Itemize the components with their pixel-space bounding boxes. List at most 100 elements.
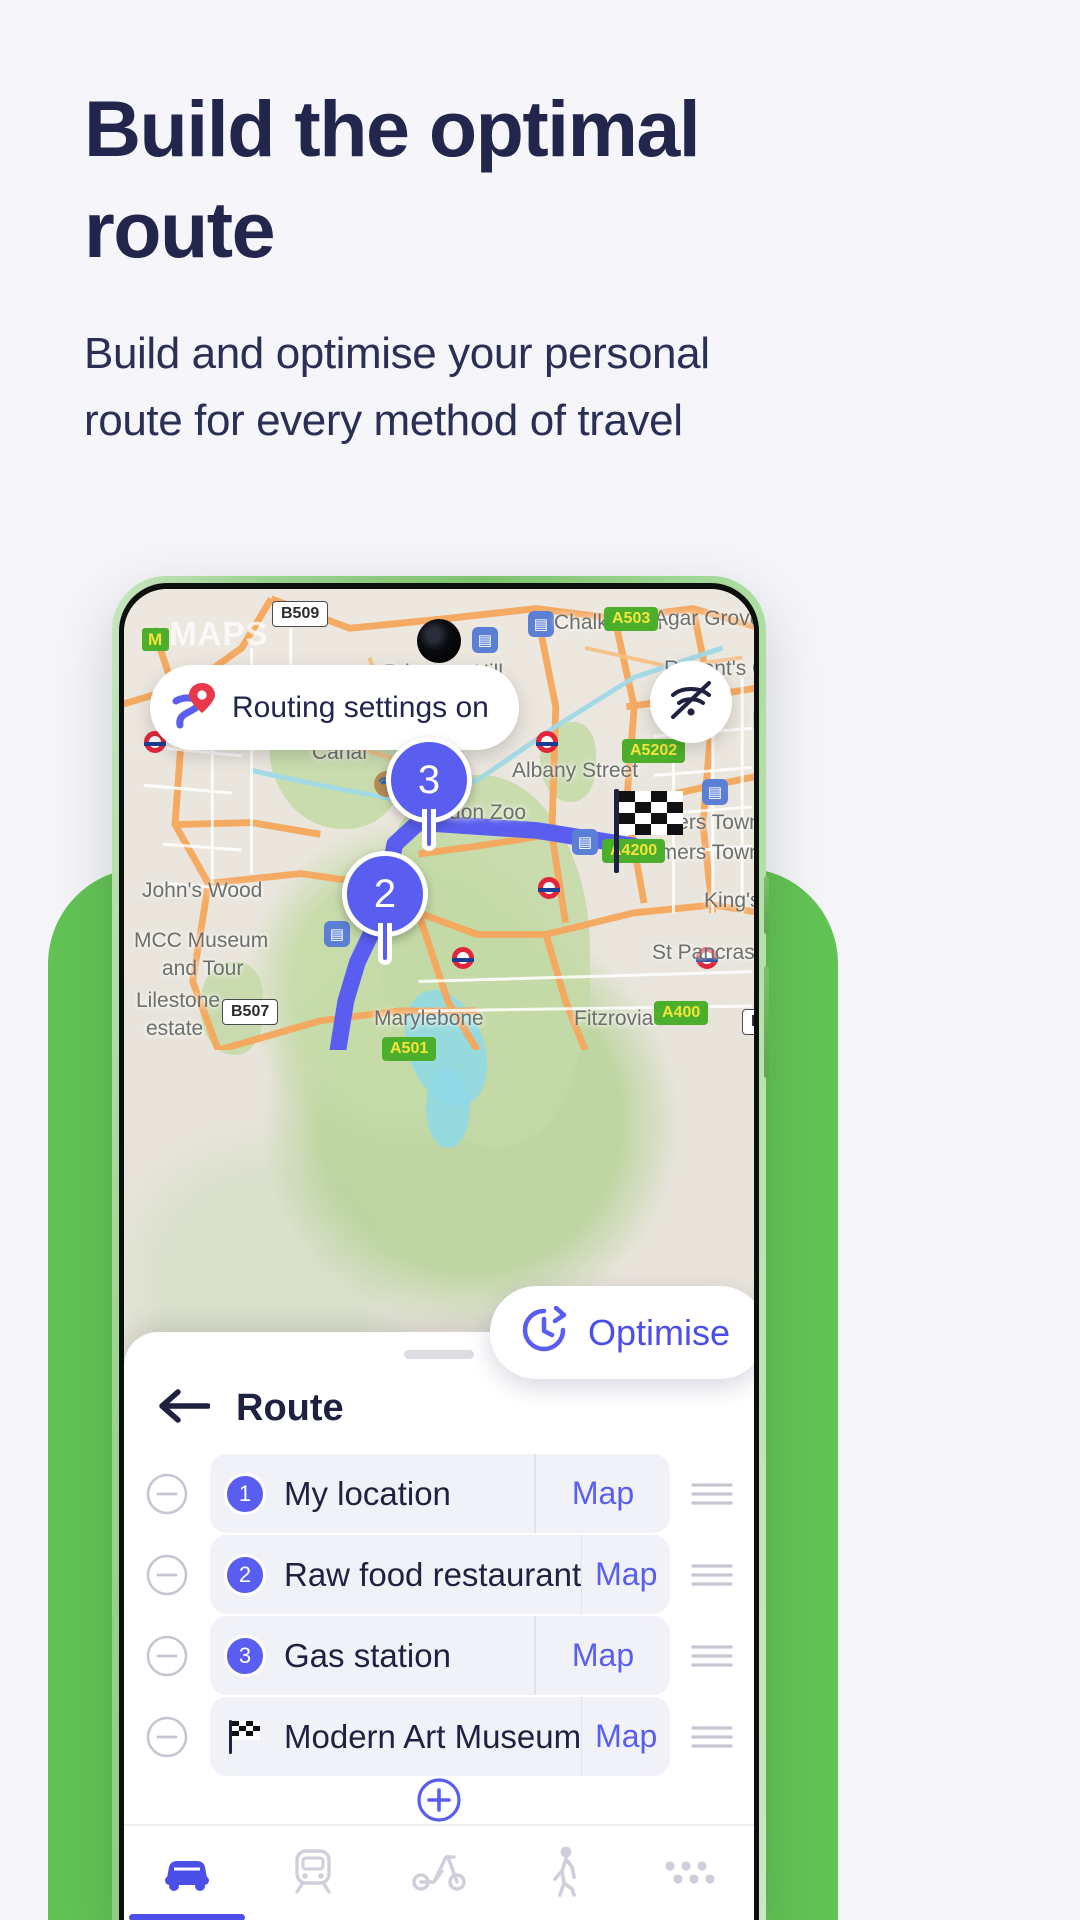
- more-dots-icon: [662, 1855, 720, 1892]
- map-label: Marylebone: [374, 1007, 484, 1030]
- map-label: Albany Street: [512, 759, 639, 782]
- map-road-shield: B: [742, 1009, 754, 1035]
- transport-mode-tabbar: [124, 1824, 754, 1920]
- minus-circle-icon: [146, 1473, 188, 1514]
- checkered-flag-icon: [608, 785, 698, 877]
- show-on-map-link[interactable]: Map: [582, 1718, 670, 1755]
- route-stop-row[interactable]: 3 Gas station Map: [124, 1616, 754, 1695]
- map-tube-icon: [452, 947, 474, 969]
- route-pin-icon: [172, 681, 216, 734]
- reorder-drag-handle[interactable]: [670, 1479, 754, 1509]
- maps-watermark: M MAPS: [142, 615, 269, 653]
- drag-handle-icon: [691, 1482, 733, 1505]
- map-poi-icon: ▤: [472, 627, 498, 653]
- show-on-map-link[interactable]: Map: [582, 1556, 670, 1593]
- show-on-map-link[interactable]: Map: [536, 1475, 670, 1512]
- map-label: estate: [146, 1017, 204, 1040]
- map-label: Lilestone: [136, 989, 221, 1012]
- tab-more[interactable]: [628, 1825, 754, 1920]
- map-label: Fitzrovia: [574, 1007, 654, 1030]
- transit-icon: [287, 1846, 339, 1901]
- remove-stop-button[interactable]: [124, 1553, 210, 1597]
- destination-flag-icon: [224, 1716, 266, 1758]
- map-pin-stem: [422, 809, 436, 851]
- page-subtitle: Build and optimise your personal route f…: [84, 329, 710, 445]
- map-label: Be: [752, 709, 754, 733]
- route-bottom-sheet: Route Optimise 1My locationMap2Raw f: [124, 1286, 754, 1920]
- route-stop-body[interactable]: 1 My location Map: [210, 1454, 670, 1533]
- sheet-grabber[interactable]: [404, 1350, 474, 1359]
- route-stop-name: Gas station: [284, 1636, 451, 1674]
- routing-settings-label: Routing settings on: [232, 690, 489, 724]
- route-stop-list: 1 My location Map 2 Raw food restaurant Map 3 G…: [124, 1454, 754, 1778]
- map-pin-3[interactable]: 3: [386, 737, 472, 851]
- maps-watermark-text: MAPS: [169, 615, 269, 652]
- map-label: and Tour: [162, 957, 244, 980]
- map-road-shield: B507: [222, 999, 279, 1025]
- scooter-icon: [410, 1849, 468, 1898]
- route-stop-row[interactable]: 2 Raw food restaurant Map: [124, 1535, 754, 1614]
- route-stop-name: Modern Art Museum: [284, 1717, 582, 1755]
- sheet-title: Route: [236, 1387, 344, 1429]
- route-stop-row[interactable]: Modern Art Museum Map: [124, 1697, 754, 1776]
- route-stop-body[interactable]: 3 Gas station Map: [210, 1616, 670, 1695]
- route-stop-badge: 1: [224, 1472, 266, 1515]
- tab-scooter[interactable]: [376, 1825, 502, 1920]
- show-on-map-link[interactable]: Map: [536, 1637, 670, 1674]
- phone-button-volume: [764, 876, 769, 934]
- maps-watermark-mark: M: [142, 628, 170, 651]
- front-camera: [417, 619, 461, 663]
- map-poi-icon: ▤: [702, 779, 728, 805]
- page-title: Build the optimal route: [84, 84, 701, 274]
- plus-circle-icon: [417, 1778, 461, 1822]
- map-tube-icon: [538, 877, 560, 899]
- route-stop-badge: 3: [224, 1634, 266, 1677]
- map-road-shield: A503: [604, 607, 659, 631]
- promo-page: Build the optimal route Build and optimi…: [0, 0, 1080, 1920]
- route-stop-body[interactable]: Modern Art Museum Map: [210, 1697, 670, 1776]
- active-tab-indicator: [129, 1914, 245, 1920]
- reorder-drag-handle[interactable]: [670, 1722, 754, 1752]
- phone-bezel: ▤ ▤ ▤ ▤ ▤ 🐾 🏛 Chalk FarmPrimrose HillLon…: [119, 583, 759, 1920]
- remove-stop-button[interactable]: [124, 1472, 210, 1516]
- map-label: King's C: [704, 889, 754, 912]
- map-tube-icon: [536, 731, 558, 753]
- map-label: John's Wood: [142, 879, 263, 902]
- offline-toggle-button[interactable]: [650, 661, 732, 743]
- map-poi-icon: ▤: [528, 611, 554, 637]
- remove-stop-button[interactable]: [124, 1634, 210, 1678]
- phone-button-power: [764, 966, 769, 1078]
- car-icon: [159, 1848, 215, 1899]
- map-road-shield: B509: [272, 601, 329, 627]
- add-stop-button[interactable]: [416, 1777, 462, 1828]
- checkered-flag-icon: [229, 1719, 260, 1754]
- clock-refresh-icon: [520, 1305, 568, 1359]
- route-stop-name: My location: [284, 1474, 451, 1512]
- route-stop-name: Raw food restaurant: [284, 1555, 582, 1593]
- minus-circle-icon: [146, 1554, 188, 1595]
- reorder-drag-handle[interactable]: [670, 1641, 754, 1671]
- map-road-shield: A5202: [622, 739, 686, 763]
- map-poi-icon: ▤: [572, 829, 598, 855]
- map-label: St Pancras: [652, 941, 754, 964]
- tab-transit[interactable]: [250, 1825, 376, 1920]
- map-label: MCC Museum: [134, 929, 269, 952]
- map-label: Agar Grove: [654, 607, 754, 630]
- remove-stop-button[interactable]: [124, 1715, 210, 1759]
- map-pin-2[interactable]: 2: [342, 851, 428, 965]
- route-stop-row[interactable]: 1 My location Map: [124, 1454, 754, 1533]
- phone-device: ▤ ▤ ▤ ▤ ▤ 🐾 🏛 Chalk FarmPrimrose HillLon…: [112, 576, 769, 1920]
- route-stop-body[interactable]: 2 Raw food restaurant Map: [210, 1535, 670, 1614]
- walk-icon: [544, 1845, 586, 1902]
- no-signal-icon: [668, 677, 714, 728]
- reorder-drag-handle[interactable]: [670, 1560, 754, 1590]
- minus-circle-icon: [146, 1716, 188, 1757]
- sheet-header: Route: [158, 1386, 344, 1431]
- optimise-label: Optimise: [587, 1311, 730, 1353]
- minus-circle-icon: [146, 1635, 188, 1676]
- tab-car[interactable]: [124, 1825, 250, 1920]
- map-pin-stem: [378, 923, 392, 965]
- tab-walk[interactable]: [502, 1825, 628, 1920]
- optimise-button[interactable]: Optimise: [489, 1286, 754, 1379]
- back-arrow-icon[interactable]: [158, 1386, 211, 1431]
